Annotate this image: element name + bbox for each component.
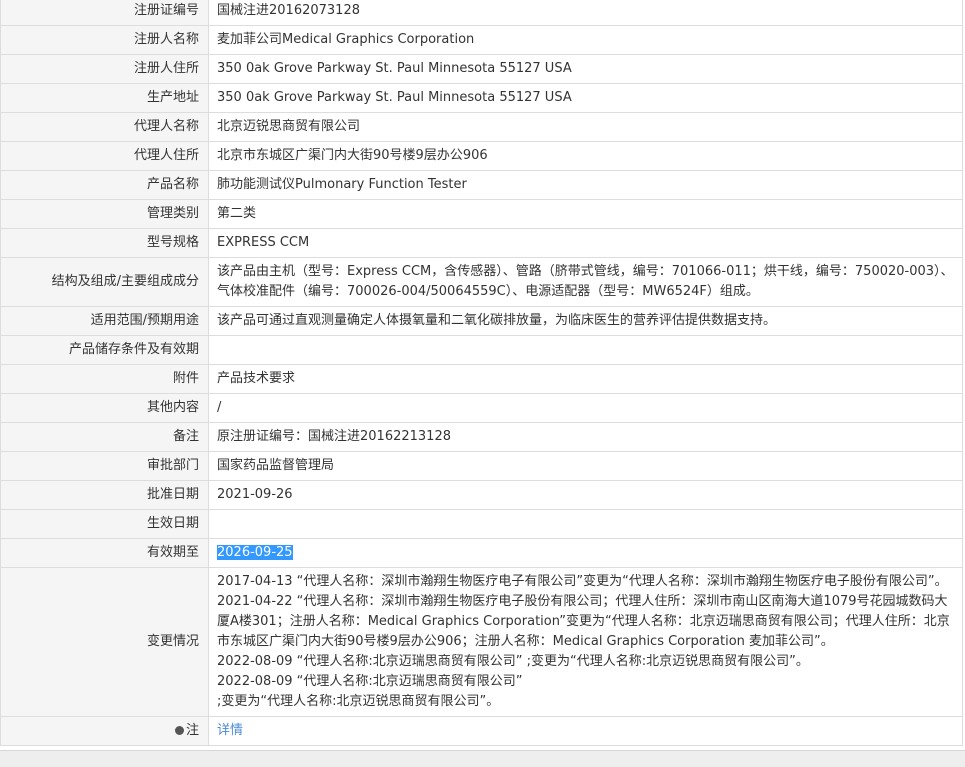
field-value: 国械注进20162073128: [208, 0, 963, 26]
field-value: 肺功能测试仪Pulmonary Function Tester: [208, 170, 963, 200]
field-label: 有效期至: [0, 538, 209, 568]
field-label: 其他内容: [0, 393, 209, 423]
field-label: 审批部门: [0, 451, 209, 481]
field-label: 生效日期: [0, 509, 209, 539]
page-bottom-bar: [0, 750, 965, 767]
field-value: 北京市东城区广渠门内大街90号楼9层办公906: [208, 141, 963, 171]
change-entry: 2017-04-13 “代理人名称：深圳市瀚翔生物医疗电子有限公司”变更为“代理…: [217, 574, 948, 589]
field-value: 第二类: [208, 199, 963, 229]
field-label: 适用范围/预期用途: [0, 306, 209, 336]
row-change-history: 变更情况 2017-04-13 “代理人名称：深圳市瀚翔生物医疗电子有限公司”变…: [0, 567, 963, 717]
row-registrant-name: 注册人名称 麦加菲公司Medical Graphics Corporation: [0, 25, 963, 55]
note-label-text: 注: [185, 723, 199, 738]
field-value: 产品技术要求: [208, 364, 963, 394]
field-value: 麦加菲公司Medical Graphics Corporation: [208, 25, 963, 55]
field-label: 结构及组成/主要组成成分: [0, 257, 209, 307]
change-history-value: 2017-04-13 “代理人名称：深圳市瀚翔生物医疗电子有限公司”变更为“代理…: [208, 567, 963, 717]
field-value: 国家药品监督管理局: [208, 451, 963, 481]
field-value: 北京迈锐思商贸有限公司: [208, 112, 963, 142]
details-link[interactable]: 详情: [217, 723, 243, 738]
field-value: 该产品由主机（型号：Express CCM，含传感器）、管路（脐带式管线，编号：…: [208, 257, 963, 307]
note-value: 详情: [208, 716, 963, 746]
field-value: 该产品可通过直观测量确定人体摄氧量和二氧化碳排放量，为临床医生的营养评估提供数据…: [208, 306, 963, 336]
row-registrant-address: 注册人住所 350 0ak Grove Parkway St. Paul Min…: [0, 54, 963, 84]
row-other-content: 其他内容 /: [0, 393, 963, 423]
field-value: 2026-09-25: [208, 538, 963, 568]
field-value: EXPRESS CCM: [208, 228, 963, 258]
change-entry: 2022-08-09 “代理人名称:北京迈瑞思商贸有限公司”: [217, 674, 523, 689]
change-history-list: 2017-04-13 “代理人名称：深圳市瀚翔生物医疗电子有限公司”变更为“代理…: [217, 568, 956, 716]
row-note: 注 详情: [0, 716, 963, 746]
field-label: 附件: [0, 364, 209, 394]
info-dot-icon: [174, 726, 184, 735]
row-production-address: 生产地址 350 0ak Grove Parkway St. Paul Minn…: [0, 83, 963, 113]
row-model-spec: 型号规格 EXPRESS CCM: [0, 228, 963, 258]
field-label: 注册证编号: [0, 0, 209, 26]
field-label: 批准日期: [0, 480, 209, 510]
field-label: 产品名称: [0, 170, 209, 200]
field-value: /: [208, 393, 963, 423]
row-approval-date: 批准日期 2021-09-26: [0, 480, 963, 510]
registration-detail-table: 注册证编号 国械注进20162073128 注册人名称 麦加菲公司Medical…: [0, 0, 963, 746]
field-label: 注册人住所: [0, 54, 209, 84]
field-label: 管理类别: [0, 199, 209, 229]
field-label: 备注: [0, 422, 209, 452]
row-product-name: 产品名称 肺功能测试仪Pulmonary Function Tester: [0, 170, 963, 200]
field-label: 代理人名称: [0, 112, 209, 142]
field-value: [208, 335, 963, 365]
row-intended-use: 适用范围/预期用途 该产品可通过直观测量确定人体摄氧量和二氧化碳排放量，为临床医…: [0, 306, 963, 336]
field-label: 型号规格: [0, 228, 209, 258]
field-label: 变更情况: [0, 567, 209, 717]
field-label: 代理人住所: [0, 141, 209, 171]
field-value: 350 0ak Grove Parkway St. Paul Minnesota…: [208, 83, 963, 113]
selected-date-text[interactable]: 2026-09-25: [217, 545, 293, 560]
row-attachment: 附件 产品技术要求: [0, 364, 963, 394]
row-agent-address: 代理人住所 北京市东城区广渠门内大街90号楼9层办公906: [0, 141, 963, 171]
row-structure-composition: 结构及组成/主要组成成分 该产品由主机（型号：Express CCM，含传感器）…: [0, 257, 963, 307]
change-entry: 2021-04-22 “代理人名称：深圳市瀚翔生物医疗电子股份有限公司；代理人住…: [217, 594, 950, 649]
change-entry: ;变更为“代理人名称:北京迈锐思商贸有限公司”。: [217, 694, 500, 709]
field-value: 350 0ak Grove Parkway St. Paul Minnesota…: [208, 54, 963, 84]
row-remarks: 备注 原注册证编号：国械注进20162213128: [0, 422, 963, 452]
row-effective-date: 生效日期: [0, 509, 963, 539]
row-approval-department: 审批部门 国家药品监督管理局: [0, 451, 963, 481]
change-entry: 2022-08-09 “代理人名称:北京迈瑞思商贸有限公司” ;变更为“代理人名…: [217, 654, 809, 669]
row-agent-name: 代理人名称 北京迈锐思商贸有限公司: [0, 112, 963, 142]
field-label: 生产地址: [0, 83, 209, 113]
field-value: [208, 509, 963, 539]
field-value-text: 该产品由主机（型号：Express CCM，含传感器）、管路（脐带式管线，编号：…: [217, 264, 954, 299]
row-valid-until: 有效期至 2026-09-25: [0, 538, 963, 568]
field-value: 2021-09-26: [208, 480, 963, 510]
note-label: 注: [0, 716, 209, 746]
field-value: 原注册证编号：国械注进20162213128: [208, 422, 963, 452]
field-label: 注册人名称: [0, 25, 209, 55]
row-registration-number: 注册证编号 国械注进20162073128: [0, 0, 963, 26]
row-management-category: 管理类别 第二类: [0, 199, 963, 229]
field-label: 产品储存条件及有效期: [0, 335, 209, 365]
row-storage-validity: 产品储存条件及有效期: [0, 335, 963, 365]
